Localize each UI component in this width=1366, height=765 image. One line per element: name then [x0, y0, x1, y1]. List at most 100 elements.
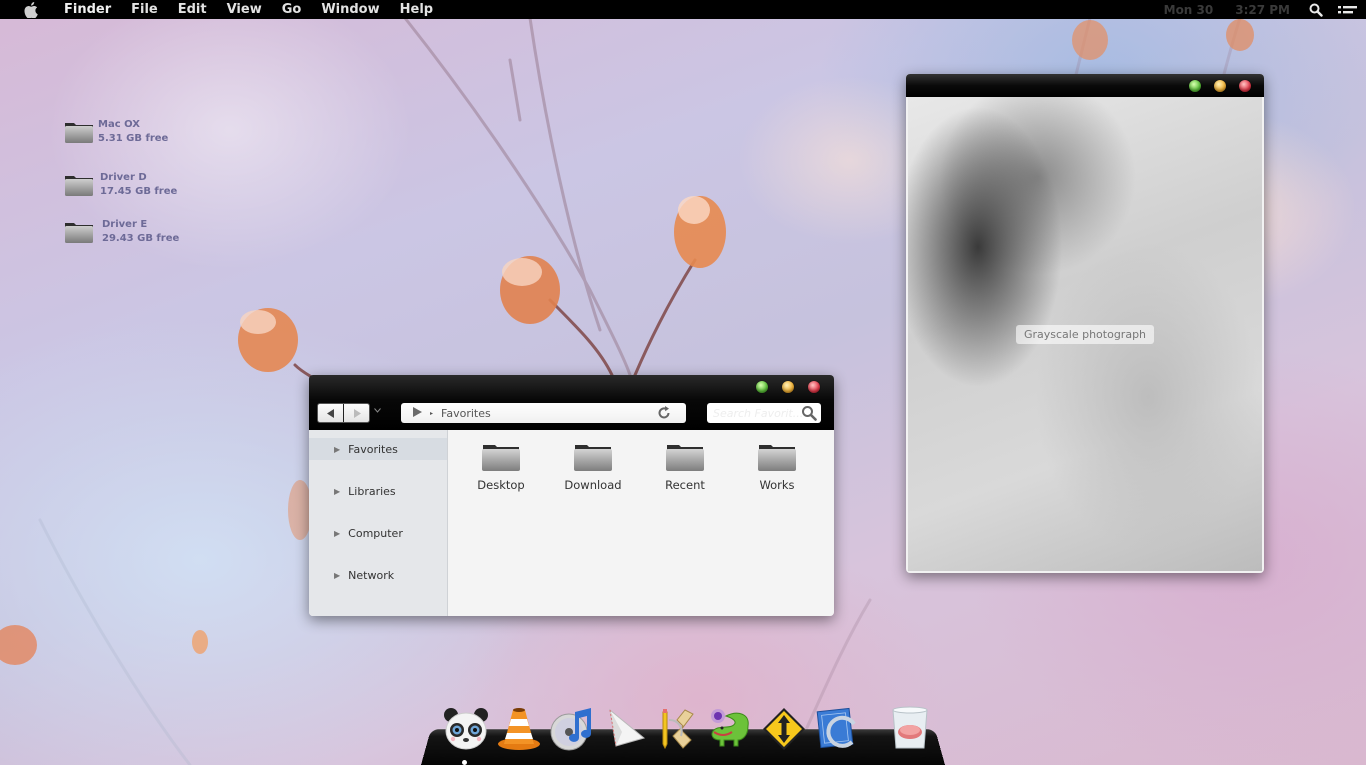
dock-item-transfer-app[interactable]	[758, 704, 810, 754]
chevron-down-icon	[374, 408, 381, 413]
sidebar-item-favorites[interactable]: ▶ Favorites	[309, 438, 447, 460]
sidebar-item-network[interactable]: ▶ Network	[309, 564, 447, 586]
window-controls	[1189, 80, 1251, 92]
desktop-drive-mac-ox[interactable]: Mac OX 5.31 GB free	[64, 118, 168, 146]
menu-window[interactable]: Window	[311, 2, 389, 17]
forward-button[interactable]	[343, 404, 369, 422]
dock-item-trash[interactable]	[884, 704, 936, 754]
search-box[interactable]	[707, 403, 821, 423]
drive-name: Driver D	[100, 172, 147, 183]
drive-free-space: 29.43 GB free	[102, 233, 180, 244]
dock-item-itunes[interactable]	[546, 704, 598, 754]
traffic-cone-icon	[498, 708, 540, 750]
paper-plane-icon	[609, 708, 646, 747]
folder-icon	[758, 445, 796, 471]
drive-free-space: 5.31 GB free	[98, 133, 169, 144]
finder-sidebar: ▶ Favorites ▶ Libraries ▶ Computer ▶ Net…	[309, 430, 448, 616]
running-app-indicator	[462, 760, 467, 765]
folder-icon	[574, 445, 612, 471]
clock-time[interactable]: 3:27 PM	[1235, 3, 1290, 17]
menu-file[interactable]: File	[121, 2, 168, 17]
finder-content: Desktop Download Recent Works	[448, 430, 834, 616]
sidebar-item-label: Libraries	[348, 484, 396, 498]
window-controls	[756, 381, 820, 393]
viewer-titlebar[interactable]	[906, 74, 1264, 97]
dock-item-crocodile-app[interactable]	[705, 704, 757, 754]
photo-viewer-window: Grayscale photograph	[906, 74, 1264, 573]
path-bar[interactable]: ▸ Favorites	[401, 403, 686, 423]
drive-folder-icon	[65, 223, 93, 243]
dock-item-preview-app[interactable]	[811, 704, 863, 754]
sidebar-item-label: Computer	[348, 526, 403, 540]
folder-label: Download	[564, 478, 622, 492]
disclosure-triangle-icon[interactable]: ▶	[334, 487, 340, 496]
dock-item-panda-app[interactable]	[440, 704, 492, 754]
sidebar-item-label: Favorites	[348, 442, 398, 456]
sidebar-item-computer[interactable]: ▶ Computer	[309, 522, 447, 544]
folder-label: Desktop	[477, 478, 525, 492]
music-cd-icon	[550, 708, 591, 751]
folder-label: Recent	[665, 478, 705, 492]
back-button[interactable]	[318, 404, 343, 422]
panda-icon	[444, 708, 488, 750]
path-separator: ▸	[430, 409, 434, 417]
dock	[440, 704, 937, 758]
search-icon[interactable]	[801, 405, 817, 421]
forward-arrow-icon	[353, 408, 361, 418]
blueprint-icon	[816, 707, 856, 749]
path-crumb-favorites[interactable]: Favorites	[441, 407, 491, 420]
dock-item-vlc[interactable]	[493, 704, 545, 754]
folder-item-recent[interactable]: Recent	[645, 442, 725, 492]
drive-free-space: 17.45 GB free	[100, 186, 178, 197]
trash-glass-icon	[892, 706, 928, 749]
maximize-button[interactable]	[756, 381, 768, 393]
menu-bar: Finder File Edit View Go Window Help Mon…	[0, 0, 1366, 19]
refresh-icon[interactable]	[656, 405, 672, 421]
drive-name: Driver E	[102, 219, 148, 230]
menu-edit[interactable]: Edit	[168, 2, 217, 17]
folder-icon	[482, 445, 520, 471]
minimize-button[interactable]	[1214, 80, 1226, 92]
desktop-drive-driver-e[interactable]: Driver E 29.43 GB free	[64, 218, 179, 246]
photo-image: Grayscale photograph	[908, 97, 1262, 571]
spotlight-search-icon[interactable]	[1306, 0, 1326, 19]
folder-item-desktop[interactable]: Desktop	[461, 442, 541, 492]
sidebar-item-libraries[interactable]: ▶ Libraries	[309, 480, 447, 502]
drive-name: Mac OX	[98, 119, 140, 130]
close-button[interactable]	[808, 381, 820, 393]
drive-folder-icon	[65, 176, 93, 196]
folder-label: Works	[759, 478, 795, 492]
drive-folder-icon	[65, 123, 93, 143]
folder-icon	[666, 445, 704, 471]
notification-list-icon[interactable]	[1338, 0, 1358, 19]
disclosure-triangle-icon[interactable]: ▶	[334, 529, 340, 538]
disclosure-triangle-icon[interactable]: ▶	[334, 571, 340, 580]
disclosure-triangle-icon[interactable]: ▶	[334, 445, 340, 454]
sidebar-item-label: Network	[348, 568, 395, 582]
pencil-ruler-icon	[662, 709, 694, 750]
nav-buttons	[317, 403, 370, 423]
search-input[interactable]	[713, 406, 803, 420]
play-triangle-icon[interactable]	[413, 406, 422, 420]
finder-toolbar[interactable]: ▸ Favorites	[309, 375, 834, 430]
folder-item-works[interactable]: Works	[737, 442, 817, 492]
photo-caption: Grayscale photograph	[1015, 324, 1155, 344]
menu-app-finder[interactable]: Finder	[54, 2, 121, 17]
close-button[interactable]	[1239, 80, 1251, 92]
minimize-button[interactable]	[782, 381, 794, 393]
menu-help[interactable]: Help	[390, 2, 443, 17]
desktop-drive-driver-d[interactable]: Driver D 17.45 GB free	[64, 171, 177, 199]
apple-logo-icon[interactable]	[24, 1, 44, 18]
crocodile-icon	[711, 709, 749, 747]
clock-day[interactable]: Mon 30	[1164, 3, 1214, 17]
up-down-sign-icon	[763, 708, 805, 750]
dock-item-sketch-tools[interactable]	[652, 704, 704, 754]
folder-item-download[interactable]: Download	[553, 442, 633, 492]
history-dropdown[interactable]	[374, 406, 381, 416]
finder-window: ▸ Favorites ▶ Favorites ▶ Libraries ▶	[309, 375, 834, 616]
maximize-button[interactable]	[1189, 80, 1201, 92]
menu-go[interactable]: Go	[272, 2, 312, 17]
dock-item-mail[interactable]	[599, 704, 651, 754]
menu-view[interactable]: View	[217, 2, 272, 17]
back-arrow-icon	[326, 408, 334, 418]
